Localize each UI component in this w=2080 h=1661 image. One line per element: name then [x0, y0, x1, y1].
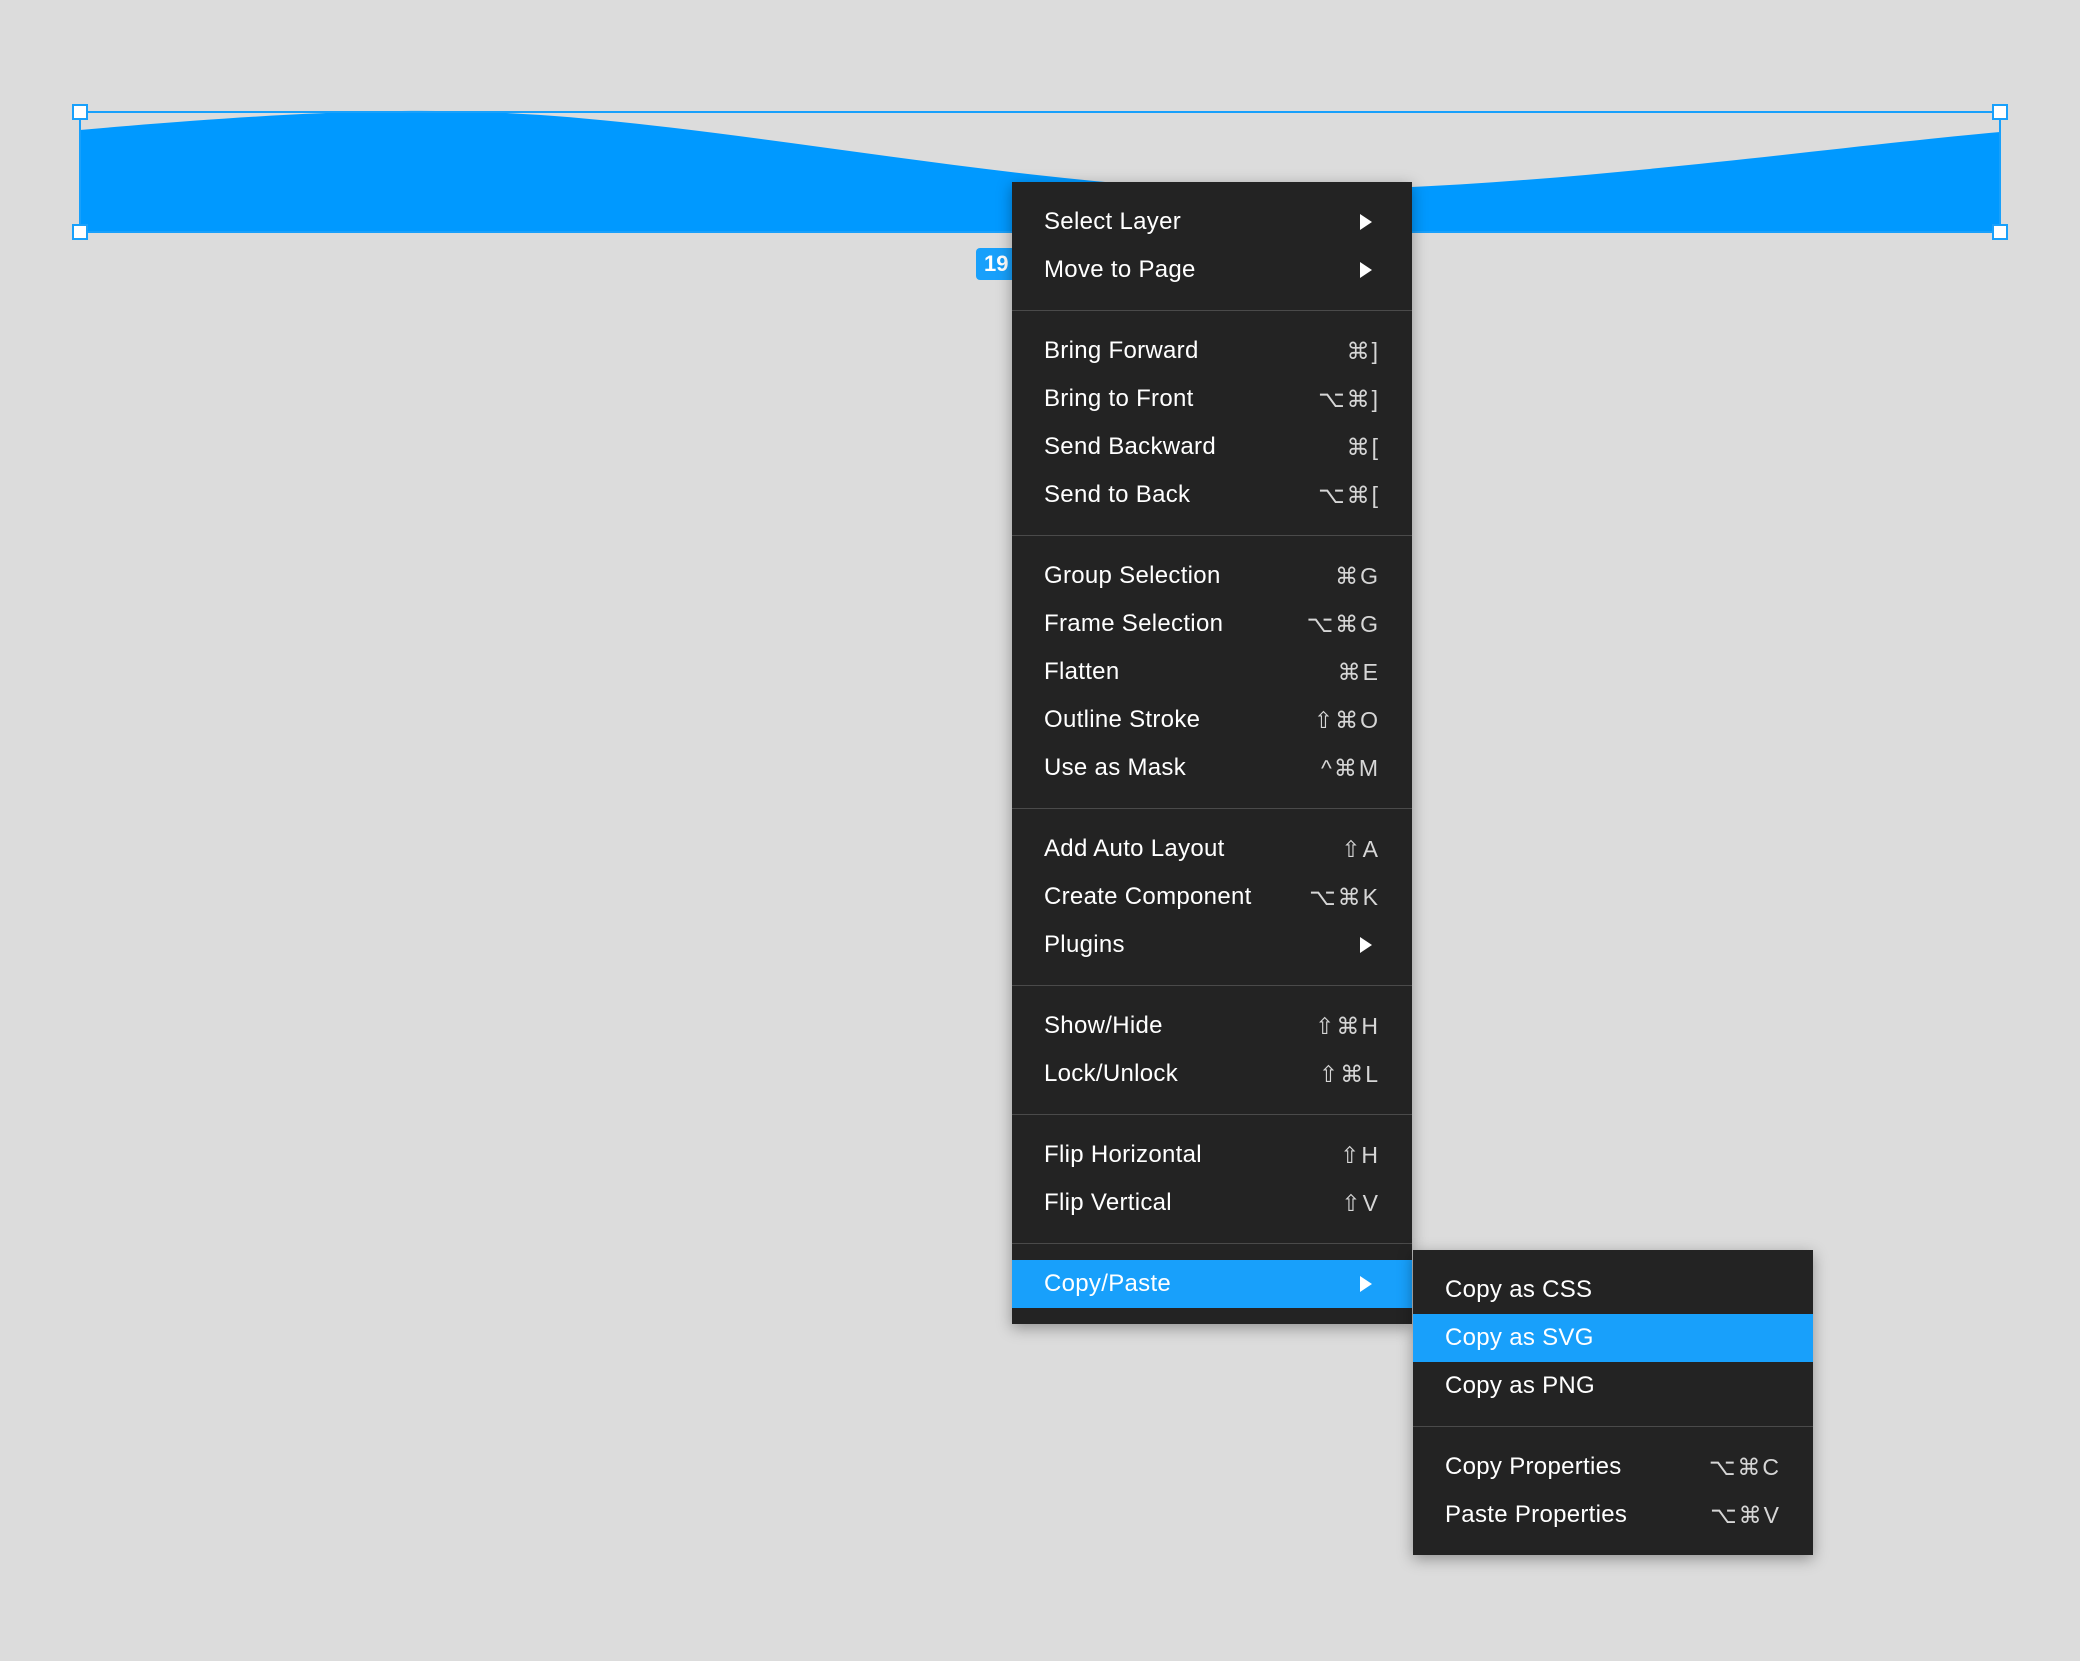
menu-item-plugins[interactable]: Plugins — [1012, 921, 1412, 969]
menu-item-label: Plugins — [1044, 931, 1125, 958]
submenu-arrow-icon — [1360, 262, 1372, 278]
menu-item-label: Use as Mask — [1044, 754, 1187, 781]
menu-separator — [1012, 985, 1412, 986]
menu-item-move-to-page[interactable]: Move to Page — [1012, 246, 1412, 294]
menu-item-shortcut: ⌥⌘[ — [1318, 481, 1380, 508]
menu-item-shortcut: ⌘[ — [1346, 433, 1380, 460]
menu-item-flatten[interactable]: Flatten ⌘E — [1012, 648, 1412, 696]
menu-item-shortcut: ⇧⌘L — [1318, 1060, 1380, 1087]
menu-item-select-layer[interactable]: Select Layer — [1012, 198, 1412, 246]
menu-item-label: Copy/Paste — [1044, 1270, 1172, 1297]
menu-item-label: Lock/Unlock — [1044, 1060, 1179, 1087]
menu-separator — [1413, 1426, 1813, 1427]
menu-item-label: Copy as PNG — [1445, 1372, 1596, 1399]
menu-item-label: Bring to Front — [1044, 385, 1194, 412]
menu-item-shortcut: ⌥⌘] — [1318, 385, 1380, 412]
menu-item-label: Bring Forward — [1044, 337, 1199, 364]
menu-item-copy-as-png[interactable]: Copy as PNG — [1413, 1362, 1813, 1410]
menu-item-shortcut: ⌘E — [1337, 658, 1380, 685]
menu-item-shortcut: ⌥⌘C — [1708, 1453, 1781, 1480]
menu-item-label: Outline Stroke — [1044, 706, 1201, 733]
menu-item-lock-unlock[interactable]: Lock/Unlock ⇧⌘L — [1012, 1050, 1412, 1098]
menu-item-label: Copy as SVG — [1445, 1324, 1594, 1351]
menu-item-bring-forward[interactable]: Bring Forward ⌘] — [1012, 327, 1412, 375]
menu-item-shortcut: ⌥⌘K — [1309, 883, 1380, 910]
menu-item-shortcut: ^⌘M — [1321, 754, 1380, 781]
menu-item-label: Flip Horizontal — [1044, 1141, 1202, 1168]
menu-item-shortcut: ⌘G — [1335, 562, 1380, 589]
copy-paste-submenu: Copy as CSS Copy as SVG Copy as PNG Copy Pr… — [1413, 1250, 1813, 1555]
menu-item-shortcut: ⇧⌘H — [1315, 1012, 1380, 1039]
menu-item-shortcut: ⌥⌘V — [1710, 1501, 1781, 1528]
menu-item-send-to-back[interactable]: Send to Back ⌥⌘[ — [1012, 471, 1412, 519]
resize-handle-bottom-left[interactable] — [72, 224, 88, 240]
menu-item-copy-as-css[interactable]: Copy as CSS — [1413, 1266, 1813, 1314]
menu-separator — [1012, 535, 1412, 536]
menu-item-copy-properties[interactable]: Copy Properties ⌥⌘C — [1413, 1443, 1813, 1491]
menu-item-frame-selection[interactable]: Frame Selection ⌥⌘G — [1012, 600, 1412, 648]
menu-item-shortcut: ⇧H — [1340, 1141, 1380, 1168]
menu-item-label: Copy as CSS — [1445, 1276, 1593, 1303]
menu-item-label: Copy Properties — [1445, 1453, 1622, 1480]
menu-separator — [1012, 1114, 1412, 1115]
menu-item-label: Send Backward — [1044, 433, 1216, 460]
menu-separator — [1012, 310, 1412, 311]
menu-item-label: Create Component — [1044, 883, 1252, 910]
menu-item-flip-vertical[interactable]: Flip Vertical ⇧V — [1012, 1179, 1412, 1227]
menu-item-label: Send to Back — [1044, 481, 1191, 508]
menu-item-flip-horizontal[interactable]: Flip Horizontal ⇧H — [1012, 1131, 1412, 1179]
resize-handle-top-left[interactable] — [72, 104, 88, 120]
menu-item-shortcut: ⇧A — [1341, 835, 1380, 862]
menu-item-label: Move to Page — [1044, 256, 1196, 283]
context-menu: Select Layer Move to Page Bring Forward ⌘] B… — [1012, 182, 1412, 1324]
resize-handle-bottom-right[interactable] — [1992, 224, 2008, 240]
menu-item-show-hide[interactable]: Show/Hide ⇧⌘H — [1012, 1002, 1412, 1050]
menu-item-shortcut: ⌘] — [1346, 337, 1380, 364]
resize-handle-top-right[interactable] — [1992, 104, 2008, 120]
menu-item-label: Group Selection — [1044, 562, 1221, 589]
menu-separator — [1012, 808, 1412, 809]
submenu-arrow-icon — [1360, 214, 1372, 230]
menu-item-shortcut: ⇧V — [1341, 1189, 1380, 1216]
submenu-arrow-icon — [1360, 1276, 1372, 1292]
menu-item-shortcut: ⌥⌘G — [1306, 610, 1380, 637]
menu-separator — [1012, 1243, 1412, 1244]
menu-item-use-as-mask[interactable]: Use as Mask ^⌘M — [1012, 744, 1412, 792]
menu-item-outline-stroke[interactable]: Outline Stroke ⇧⌘O — [1012, 696, 1412, 744]
menu-item-label: Flip Vertical — [1044, 1189, 1172, 1216]
menu-item-label: Paste Properties — [1445, 1501, 1628, 1528]
menu-item-label: Frame Selection — [1044, 610, 1224, 637]
menu-item-label: Flatten — [1044, 658, 1120, 685]
menu-item-send-backward[interactable]: Send Backward ⌘[ — [1012, 423, 1412, 471]
menu-item-paste-properties[interactable]: Paste Properties ⌥⌘V — [1413, 1491, 1813, 1539]
menu-item-shortcut: ⇧⌘O — [1313, 706, 1380, 733]
menu-item-copy-as-svg[interactable]: Copy as SVG — [1413, 1314, 1813, 1362]
menu-item-group-selection[interactable]: Group Selection ⌘G — [1012, 552, 1412, 600]
menu-item-label: Show/Hide — [1044, 1012, 1163, 1039]
menu-item-label: Add Auto Layout — [1044, 835, 1225, 862]
menu-item-copy-paste[interactable]: Copy/Paste — [1012, 1260, 1412, 1308]
menu-item-label: Select Layer — [1044, 208, 1182, 235]
menu-item-create-component[interactable]: Create Component ⌥⌘K — [1012, 873, 1412, 921]
menu-item-bring-to-front[interactable]: Bring to Front ⌥⌘] — [1012, 375, 1412, 423]
submenu-arrow-icon — [1360, 937, 1372, 953]
menu-item-add-auto-layout[interactable]: Add Auto Layout ⇧A — [1012, 825, 1412, 873]
